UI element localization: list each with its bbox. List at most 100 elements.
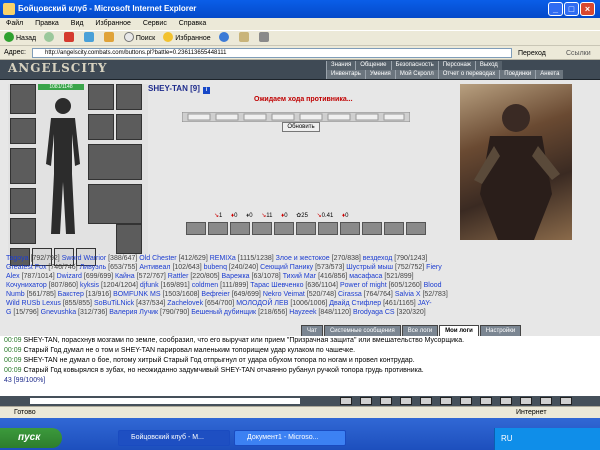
participant-name[interactable]: djfunk xyxy=(140,282,159,289)
maximize-button[interactable]: □ xyxy=(564,2,579,16)
favorites-button[interactable]: Избранное xyxy=(163,31,211,47)
menu-help[interactable]: Справка xyxy=(179,20,206,27)
participant-name[interactable]: Zachelovek xyxy=(167,300,203,307)
spell-slot-5[interactable] xyxy=(274,222,294,235)
nav-security[interactable]: Безопасность xyxy=(390,61,438,70)
spell-slot-9[interactable] xyxy=(362,222,382,235)
chat-send-icon[interactable] xyxy=(340,397,352,405)
chat-tool-icon-5[interactable] xyxy=(440,397,452,405)
participant-name[interactable]: Бешеный дубинщик xyxy=(191,309,256,316)
chat-input[interactable] xyxy=(30,398,300,404)
participant-name[interactable]: Gnevushka xyxy=(41,309,76,316)
participant-name[interactable]: МОЛОДОЙ ЛЕВ xyxy=(236,300,288,307)
participant-name[interactable]: Валерия Лучик xyxy=(109,309,158,316)
menu-edit[interactable]: Правка xyxy=(35,20,59,27)
armor-slot[interactable] xyxy=(10,188,36,214)
nav-exit[interactable]: Выход xyxy=(474,61,502,70)
participant-name[interactable]: Alex xyxy=(6,273,20,280)
participant-name[interactable]: Шустрый мыш xyxy=(346,264,393,271)
stop-button[interactable] xyxy=(63,31,76,47)
pants-slot[interactable] xyxy=(88,184,142,224)
chat-tool-icon-9[interactable] xyxy=(520,397,532,405)
participant-name[interactable]: Dwizard xyxy=(57,273,82,280)
character-name[interactable]: SHEY-TAN [9] i xyxy=(148,84,211,94)
participant-name[interactable]: Power of might xyxy=(340,282,387,289)
spell-slot-1[interactable] xyxy=(186,222,206,235)
participant-name[interactable]: Двайд Стифлер xyxy=(329,300,381,307)
participant-name[interactable]: Злое и жестокое xyxy=(276,255,330,262)
participant-name[interactable]: Rattler xyxy=(168,273,189,280)
chat-tool-icon-10[interactable] xyxy=(540,397,552,405)
participant-name[interactable]: Тихий Маг xyxy=(283,273,317,280)
home-button[interactable] xyxy=(103,31,116,47)
address-input[interactable]: http://angelscity.combats.com/buttons.pl… xyxy=(32,48,512,58)
helmet-slot[interactable] xyxy=(10,84,36,114)
weapon-slot[interactable] xyxy=(10,148,36,184)
start-button[interactable]: пуск xyxy=(0,428,62,448)
menu-view[interactable]: Вид xyxy=(71,20,84,27)
participant-name[interactable]: Beфreier xyxy=(201,291,229,298)
spell-slot-2[interactable] xyxy=(208,222,228,235)
chat-tool-icon-8[interactable] xyxy=(500,397,512,405)
language-indicator[interactable]: RU xyxy=(501,434,513,443)
nav-scroll[interactable]: Мой Скролл xyxy=(394,70,438,79)
participant-name[interactable]: Кочунихатор xyxy=(6,282,47,289)
close-button[interactable]: × xyxy=(580,2,595,16)
participant-name[interactable]: BOMFUNK MS xyxy=(113,291,160,298)
belt-slot[interactable] xyxy=(10,218,36,244)
go-button[interactable]: Переход xyxy=(518,47,546,61)
menu-file[interactable]: Файл xyxy=(6,20,23,27)
participant-name[interactable]: Old Chester xyxy=(139,255,176,262)
participant-name[interactable]: kyksis xyxy=(80,282,99,289)
refresh-button[interactable]: Обновить xyxy=(282,122,320,132)
chat-tool-icon-4[interactable] xyxy=(420,397,432,405)
participant-name[interactable]: JAY- xyxy=(418,300,432,307)
spell-slot-3[interactable] xyxy=(230,222,250,235)
participant-name[interactable]: Tagoya xyxy=(6,255,29,262)
participant-name[interactable]: Fiery xyxy=(426,264,442,271)
nav-transfers[interactable]: Отчет о переводах xyxy=(437,70,500,79)
participant-name[interactable]: Salvia X xyxy=(395,291,421,298)
participant-name[interactable]: Sword Warrior xyxy=(62,255,106,262)
menu-tools[interactable]: Сервис xyxy=(143,20,167,27)
menu-favorites[interactable]: Избранное xyxy=(95,20,130,27)
participant-name[interactable]: bubenq xyxy=(204,264,227,271)
participant-name[interactable]: Numb xyxy=(6,291,25,298)
participant-name[interactable]: масафаса xyxy=(349,273,382,280)
amulet-slot[interactable] xyxy=(10,118,36,144)
chat-tool-icon-11[interactable] xyxy=(560,397,572,405)
earring-slot[interactable] xyxy=(88,84,114,110)
task-ie[interactable]: Бойцовский клуб - M... xyxy=(118,430,230,446)
media-button[interactable] xyxy=(218,31,231,47)
participant-name[interactable]: вездеход xyxy=(363,255,393,262)
spell-slot-6[interactable] xyxy=(296,222,316,235)
refresh-browser-button[interactable] xyxy=(83,31,96,47)
nav-knowledge[interactable]: Знания xyxy=(326,61,355,70)
back-button[interactable]: Назад xyxy=(4,31,36,47)
shield-slot[interactable] xyxy=(88,144,142,180)
gloves-slot[interactable] xyxy=(116,84,142,110)
participant-name[interactable]: G xyxy=(6,309,11,316)
participant-name[interactable]: Cirassa xyxy=(338,291,362,298)
info-icon[interactable]: i xyxy=(203,87,211,94)
chat-tool-icon-6[interactable] xyxy=(460,397,472,405)
participant-name[interactable]: Hayzeek xyxy=(289,309,316,316)
participant-name[interactable]: Тарас Шевченко xyxy=(250,282,303,289)
participant-name[interactable]: Ливуэль xyxy=(80,264,107,271)
participant-name[interactable]: Кайна xyxy=(115,273,135,280)
spell-slot-11[interactable] xyxy=(406,222,426,235)
participant-name[interactable]: Бакстер xyxy=(58,291,84,298)
participant-name[interactable]: coldmen xyxy=(192,282,218,289)
ring-slot-1[interactable] xyxy=(88,114,114,140)
spell-slot-8[interactable] xyxy=(340,222,360,235)
participant-name[interactable]: Brodyaga CS xyxy=(353,309,395,316)
print-button[interactable] xyxy=(258,31,271,47)
nav-inventory[interactable]: Инвентарь xyxy=(326,70,365,79)
nav-duels[interactable]: Поединки xyxy=(499,70,535,79)
nav-character[interactable]: Персонаж xyxy=(437,61,475,70)
participant-name[interactable]: REMIXa xyxy=(210,255,236,262)
chat-tool-icon-2[interactable] xyxy=(380,397,392,405)
spell-slot-10[interactable] xyxy=(384,222,404,235)
mail-button[interactable] xyxy=(238,31,251,47)
participant-name[interactable]: Wild RUSb Lexus xyxy=(6,300,61,307)
